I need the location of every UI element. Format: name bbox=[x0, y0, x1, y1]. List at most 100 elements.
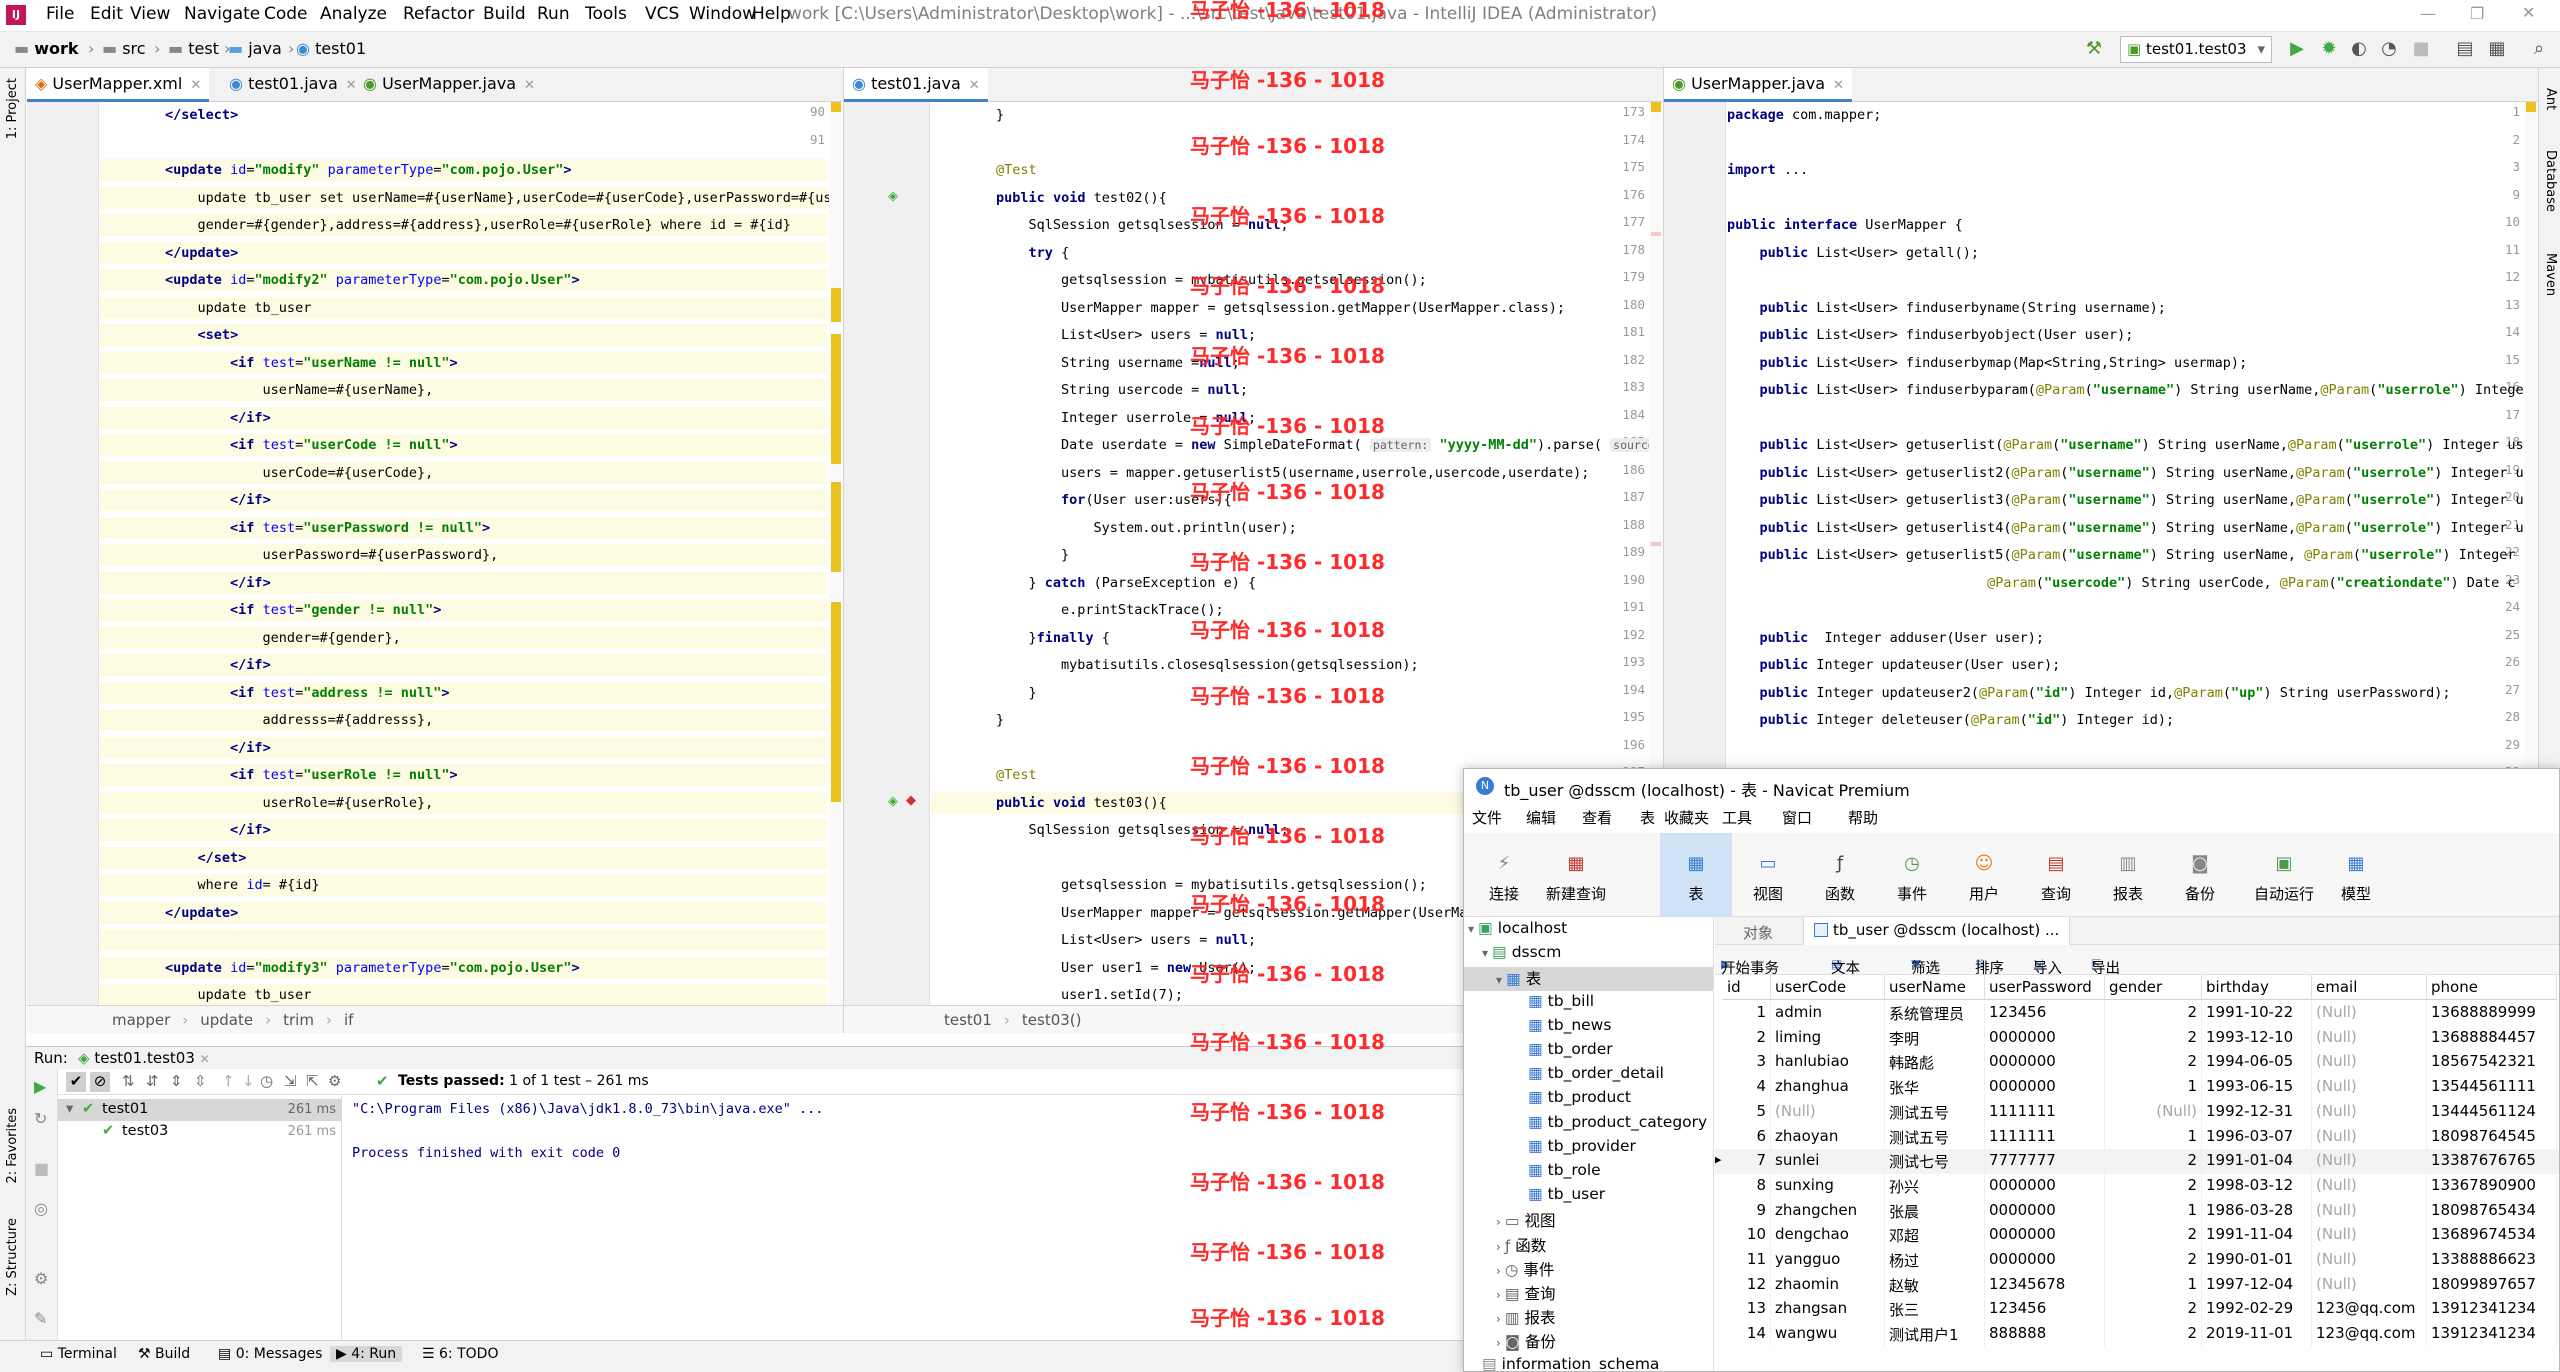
editor-usermapper-java[interactable]: ◉ UserMapper.java✕ 343332313029282726252… bbox=[1663, 68, 2538, 768]
cell-birthday[interactable]: 1991-10-22 bbox=[2202, 1001, 2312, 1026]
cell-gender[interactable]: 2 bbox=[2105, 1248, 2202, 1273]
cell-userpassword[interactable]: 0000000 bbox=[1985, 1075, 2105, 1100]
code-line[interactable]: public List<User> getuserlist(@Param("us… bbox=[1727, 434, 2532, 456]
next-icon[interactable]: ↓ bbox=[242, 1072, 255, 1090]
table-row[interactable]: 6 zhaoyan 测试五号 1111111 1 1996-03-07 (Null) 1809… bbox=[1715, 1124, 2559, 1150]
code-line[interactable]: userPassword=#{userPassword}, bbox=[100, 544, 827, 566]
column-header[interactable]: id bbox=[1723, 975, 1771, 1000]
cell-userpassword[interactable]: 12345678 bbox=[1985, 1272, 2105, 1298]
run-icon[interactable]: ▶ bbox=[2286, 38, 2308, 60]
tree-table-tb-bill[interactable]: ▦ tb_bill bbox=[1464, 992, 1594, 1016]
cell-phone[interactable]: 18099897657 bbox=[2427, 1272, 2557, 1298]
cell-gender[interactable]: (Null) bbox=[2105, 1099, 2202, 1125]
cell-userpassword[interactable]: 0000000 bbox=[1985, 1223, 2105, 1248]
cell-username[interactable]: 系统管理员 bbox=[1885, 1001, 1985, 1026]
cell-email[interactable]: (Null) bbox=[2312, 1272, 2427, 1298]
tree-table-tb-user[interactable]: ▦ tb_user bbox=[1464, 1185, 1605, 1209]
tab-usermapper-java[interactable]: ◉ UserMapper.java ✕ bbox=[355, 68, 543, 102]
code-line[interactable]: where id= #{id} bbox=[100, 874, 827, 896]
menu-view[interactable]: View bbox=[130, 4, 170, 24]
maximize-button[interactable]: ❐ bbox=[2470, 4, 2484, 23]
code-line[interactable]: </select> bbox=[100, 104, 827, 126]
cell-birthday[interactable]: 1990-01-01 bbox=[2202, 1248, 2312, 1273]
cell-username[interactable]: 杨过 bbox=[1885, 1248, 1985, 1273]
cell-gender[interactable]: 1 bbox=[2105, 1272, 2202, 1298]
table-row[interactable]: 5 (Null) 测试五号 1111111 (Null) 1992-12-31 (Null)… bbox=[1715, 1099, 2559, 1125]
code-line[interactable]: public List<User> finduserbyname(String … bbox=[1727, 297, 2522, 319]
chevron-right-icon[interactable]: › bbox=[1496, 1264, 1501, 1278]
crumb-trim[interactable]: trim bbox=[283, 1011, 314, 1029]
column-header[interactable]: gender bbox=[2105, 975, 2202, 1000]
cell-gender[interactable]: 2 bbox=[2105, 1050, 2202, 1075]
tree-table-tb-role[interactable]: ▦ tb_role bbox=[1464, 1161, 1601, 1185]
tree-table-tb-news[interactable]: ▦ tb_news bbox=[1464, 1016, 1611, 1040]
code-line[interactable]: update tb_user bbox=[100, 984, 827, 1006]
code-line[interactable]: <update id="modify2" parameterType="com.… bbox=[100, 269, 827, 291]
error-stripe-scrollbar[interactable] bbox=[829, 102, 843, 1033]
cell-id[interactable]: 1 bbox=[1723, 1001, 1771, 1026]
cell-username[interactable]: 孙兴 bbox=[1885, 1173, 1985, 1199]
code-line[interactable]: </if> bbox=[100, 819, 827, 841]
navicat-menu-item[interactable]: 窗口 bbox=[1782, 807, 1812, 828]
cell-id[interactable]: 11 bbox=[1723, 1248, 1771, 1273]
cell-phone[interactable]: 13444561124 bbox=[2427, 1099, 2557, 1125]
code-line[interactable]: <update id="modify3" parameterType="com.… bbox=[100, 956, 827, 979]
tree-database[interactable]: ▾ ▤ dsscm bbox=[1464, 943, 1561, 967]
cell-phone[interactable]: 13912341234 bbox=[2427, 1322, 2557, 1347]
structure-tool-tab[interactable]: Z: Structure bbox=[5, 1218, 20, 1296]
chevron-down-icon[interactable]: ▾ bbox=[1496, 973, 1502, 987]
cell-phone[interactable]: 18098764545 bbox=[2427, 1124, 2557, 1150]
toolbar-button-report[interactable]: ▥ 报表 bbox=[2092, 833, 2164, 917]
cell-userpassword[interactable]: 123456 bbox=[1985, 1001, 2105, 1026]
cell-id[interactable]: 2 bbox=[1723, 1025, 1771, 1051]
code-line[interactable]: public Integer updateuser2(@Param("id") … bbox=[1727, 682, 2522, 704]
tree-folder-function[interactable]: › ƒ 函数 bbox=[1464, 1234, 1546, 1258]
editor-usermapper-xml[interactable]: ◈ UserMapper.xml ✕ ◉ test01.java ✕ ◉ UserM… bbox=[27, 68, 843, 1033]
cell-username[interactable]: 韩路彪 bbox=[1885, 1050, 1985, 1075]
tree-table-tb-provider[interactable]: ▦ tb_provider bbox=[1464, 1137, 1636, 1161]
cell-usercode[interactable]: hanlubiao bbox=[1771, 1050, 1885, 1075]
cell-email[interactable]: (Null) bbox=[2312, 1223, 2427, 1248]
settings-icon[interactable]: ⚙ bbox=[34, 1269, 48, 1288]
test-tree[interactable]: ▾ ✔ test01 261 ms ✔ test03 261 ms bbox=[58, 1095, 342, 1341]
chevron-right-icon[interactable]: › bbox=[1496, 1288, 1501, 1302]
menu-refactor[interactable]: Refactor bbox=[403, 4, 474, 24]
code-line[interactable] bbox=[1727, 599, 2522, 621]
tree-folder-backup[interactable]: › ◙ 备份 bbox=[1464, 1330, 1556, 1354]
code-line[interactable]: <if test="userRole != null"> bbox=[100, 764, 827, 786]
code-line[interactable]: public Integer updateuser(User user); bbox=[1727, 654, 2522, 676]
breadcrumb-test01[interactable]: ◉ test01 bbox=[290, 39, 366, 58]
code-line[interactable]: package com.mapper; bbox=[1727, 104, 2522, 126]
coverage-icon[interactable]: ◐ bbox=[2348, 38, 2370, 60]
cell-birthday[interactable]: 1998-03-12 bbox=[2202, 1173, 2312, 1199]
code-line[interactable]: public List<User> finduserbyparam(@Param… bbox=[1727, 379, 2532, 401]
toolbar-button-function[interactable]: ƒ 函数 bbox=[1804, 833, 1876, 917]
tree-table-tb-product-category[interactable]: ▦ tb_product_category bbox=[1464, 1113, 1707, 1137]
table-row[interactable]: 4 zhanghua 张华 0000000 1 1993-06-15 (Null) 13544… bbox=[1715, 1075, 2559, 1100]
cell-usercode[interactable]: zhangsan bbox=[1771, 1297, 1885, 1322]
connection-tree[interactable]: ▾ ▣ localhost ▾ ▤ dsscm ▾ ▦ 表 ▦ tb_bill ▦ tb_news ▦ tb… bbox=[1464, 917, 1714, 1371]
cell-id[interactable]: 6 bbox=[1723, 1124, 1771, 1150]
toolbar-button-table[interactable]: ▦ 表 bbox=[1660, 833, 1732, 917]
expand-all-icon[interactable]: ⇕ bbox=[170, 1072, 183, 1090]
code-line[interactable]: </if> bbox=[100, 406, 827, 429]
code-line[interactable]: } bbox=[931, 104, 1647, 126]
chevron-down-icon[interactable]: ▾ bbox=[1482, 946, 1488, 960]
terminal-tab[interactable]: ▭ Terminal bbox=[40, 1346, 117, 1362]
cell-usercode[interactable]: zhanghua bbox=[1771, 1075, 1885, 1100]
code-line[interactable]: public Integer adduser(User user); bbox=[1727, 627, 2522, 649]
crumb-update[interactable]: update bbox=[200, 1011, 253, 1029]
menu-analyze[interactable]: Analyze bbox=[320, 4, 387, 24]
run-test-gutter-icon[interactable]: ◈ bbox=[888, 794, 898, 809]
column-header[interactable]: userName bbox=[1885, 975, 1985, 1000]
code-line[interactable] bbox=[1727, 407, 2522, 429]
stop-icon[interactable]: ■ bbox=[2410, 38, 2432, 60]
code-line[interactable]: </update> bbox=[100, 901, 827, 924]
cell-email[interactable]: (Null) bbox=[2312, 1248, 2427, 1273]
cell-userpassword[interactable]: 0000000 bbox=[1985, 1050, 2105, 1075]
cell-gender[interactable]: 2 bbox=[2105, 1223, 2202, 1248]
cell-email[interactable]: (Null) bbox=[2312, 1099, 2427, 1125]
breadcrumb-src[interactable]: ▬ src bbox=[102, 39, 146, 58]
code-line[interactable] bbox=[100, 929, 827, 951]
cell-username[interactable]: 测试七号 bbox=[1885, 1149, 1985, 1174]
